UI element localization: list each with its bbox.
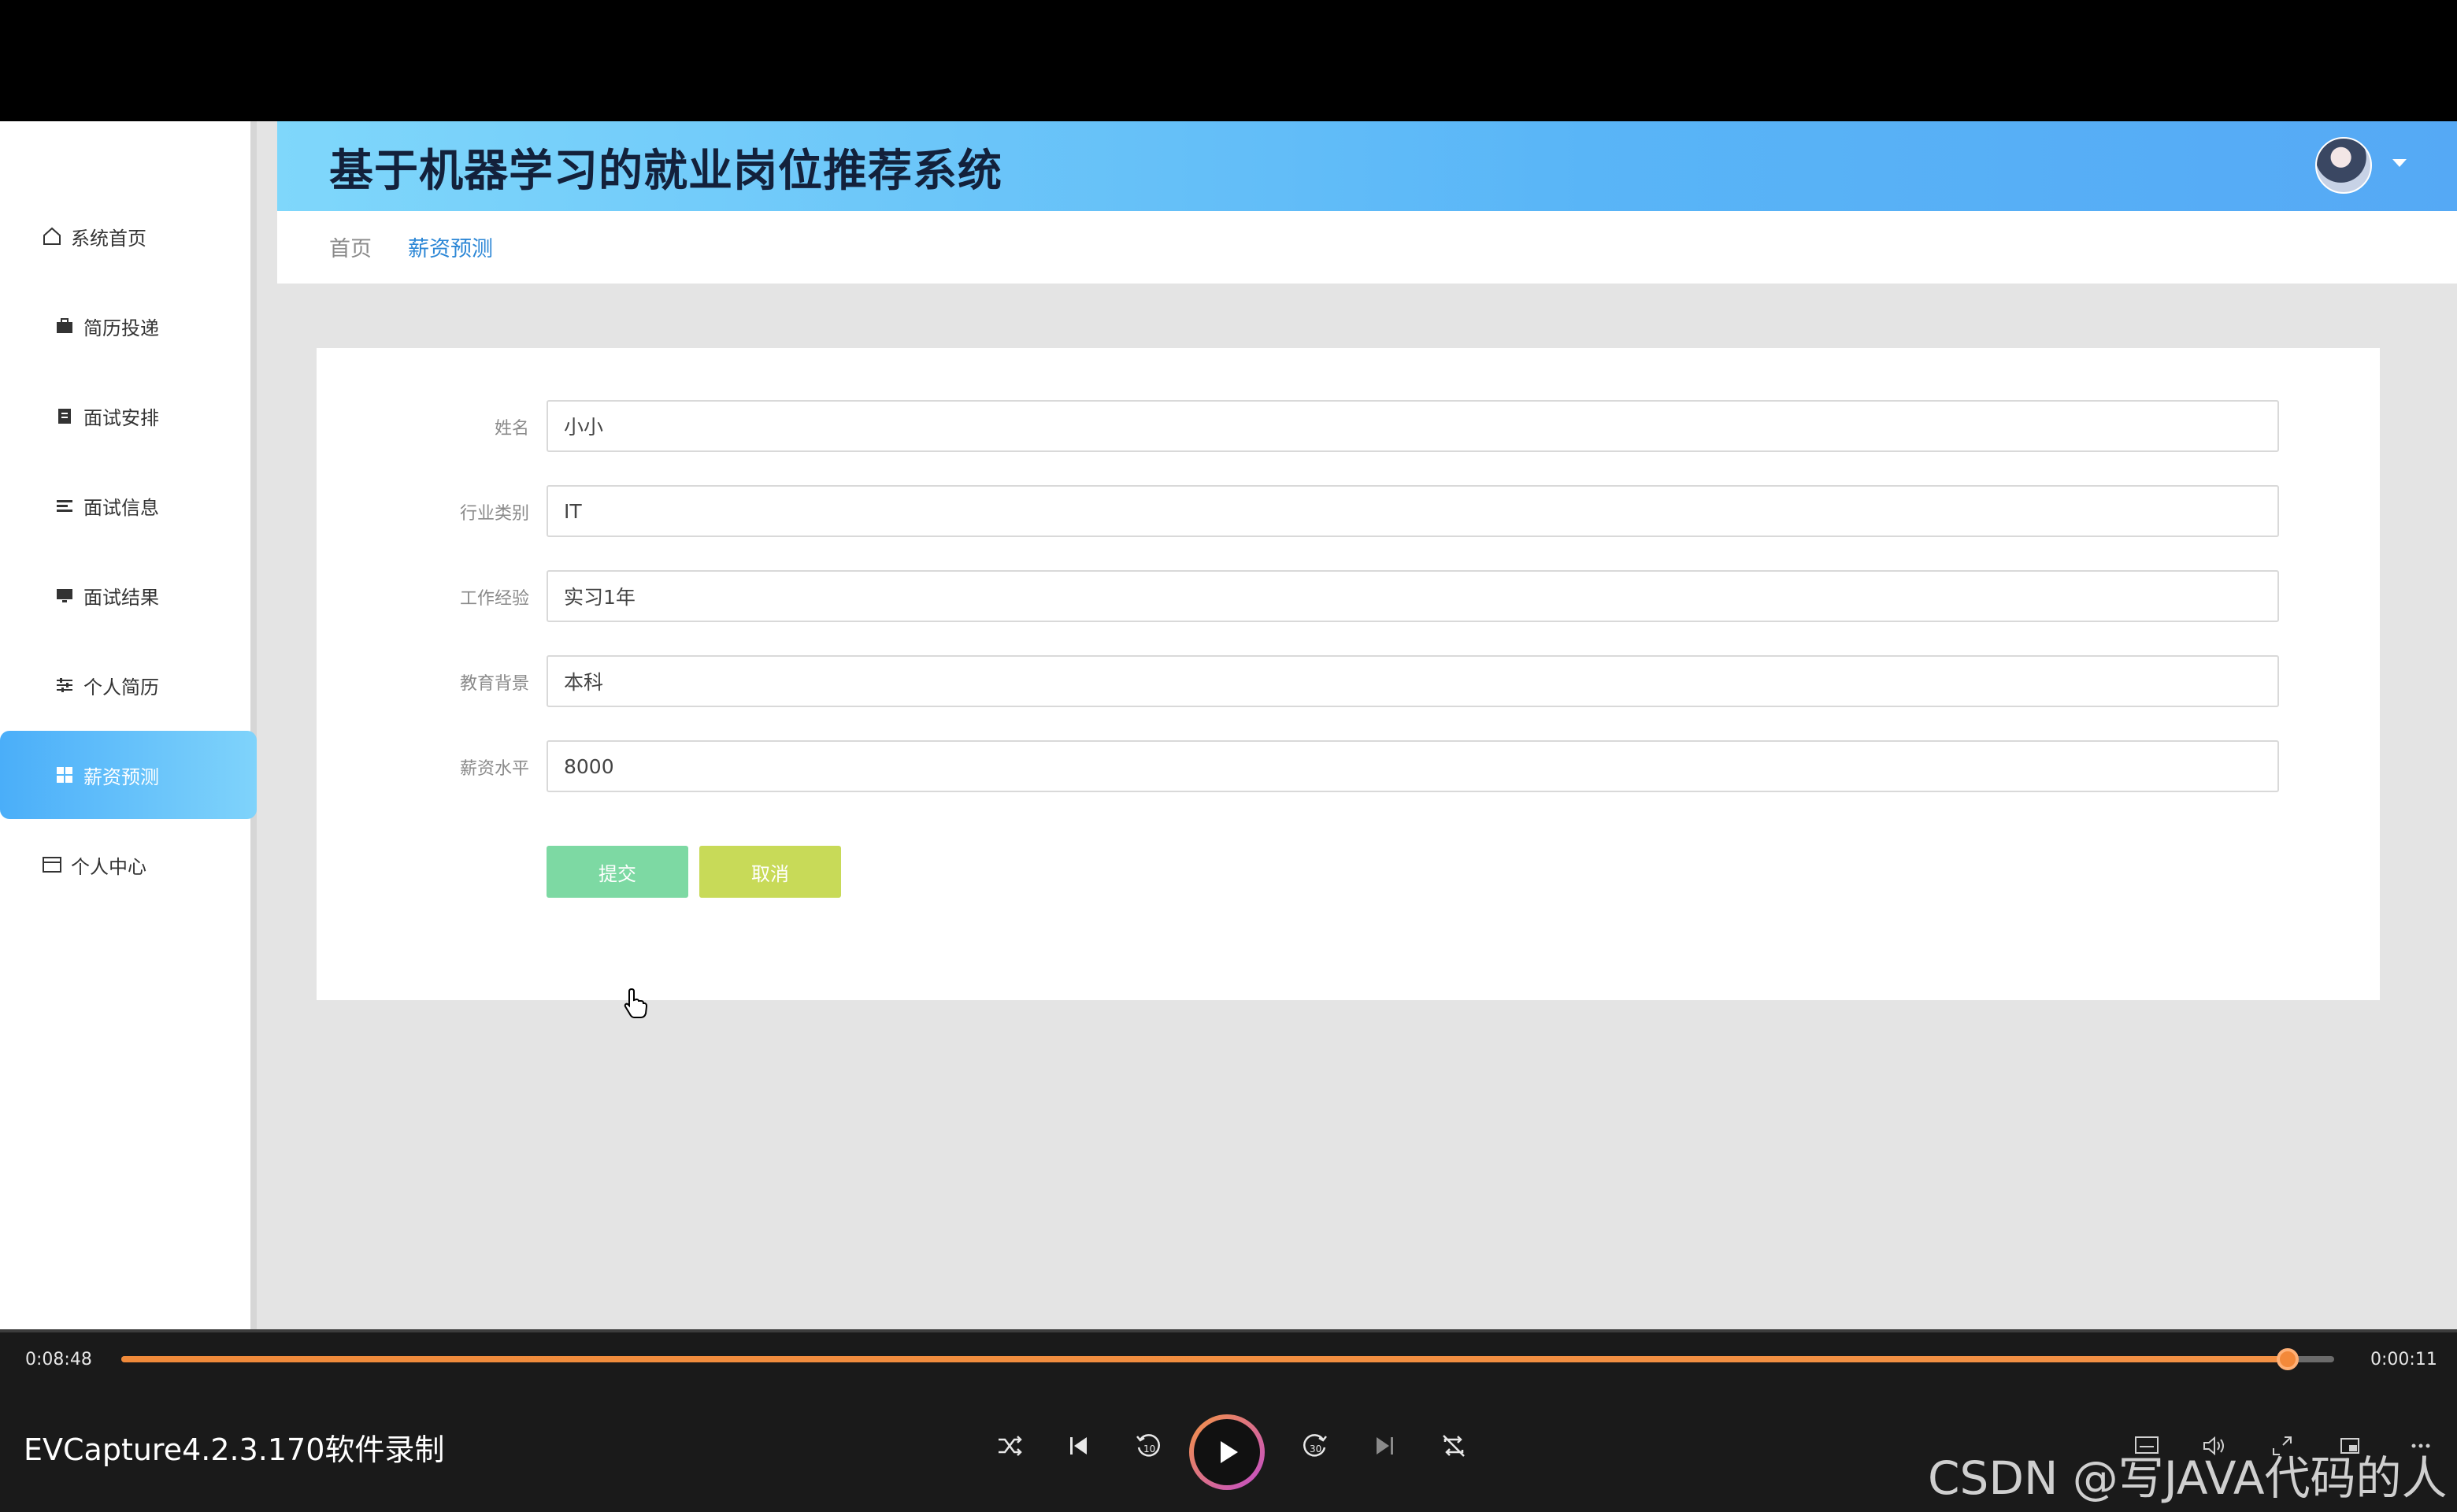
sidebar-item-label: 个人简历 [83, 676, 159, 699]
top-header: 基于机器学习的就业岗位推荐系统 [277, 121, 2457, 211]
play-button[interactable] [1189, 1414, 1265, 1490]
sidebar-item-resume-submit[interactable]: 简历投递 [0, 282, 257, 370]
sidebar-item-home[interactable]: 系统首页 [0, 192, 257, 280]
watermark-text: CSDN @写JAVA代码的人 [1928, 1451, 2448, 1505]
elapsed-time: 0:08:48 [25, 1350, 92, 1369]
previous-icon[interactable] [1060, 1427, 1098, 1465]
list-icon [54, 495, 76, 517]
sidebar-item-label: 薪资预测 [83, 765, 159, 788]
forward-30-icon[interactable]: 30 [1296, 1427, 1334, 1465]
sidebar: 系统首页 简历投递 面试安排 面试信息 面试结果 个人简历 薪资预测 个人中心 [0, 121, 257, 1329]
sidebar-item-personal-resume[interactable]: 个人简历 [0, 641, 257, 729]
industry-input[interactable] [547, 485, 2279, 537]
letterbox-top [0, 0, 2457, 121]
home-icon [41, 225, 63, 247]
app-window: 系统首页 简历投递 面试安排 面试信息 面试结果 个人简历 薪资预测 个人中心 … [0, 121, 2457, 1329]
breadcrumb-home[interactable]: 首页 [329, 232, 372, 262]
experience-input[interactable] [547, 570, 2279, 622]
svg-text:10: 10 [1143, 1443, 1155, 1455]
card-icon [41, 854, 63, 876]
breadcrumb: 首页 薪资预测 [277, 211, 2457, 284]
svg-text:30: 30 [1310, 1443, 1321, 1455]
avatar[interactable] [2315, 137, 2372, 194]
education-input[interactable] [547, 655, 2279, 707]
form-row-industry: 行业类别 [317, 485, 2380, 537]
field-label: 工作经验 [459, 589, 529, 609]
form-row-salary: 薪资水平 [317, 740, 2380, 792]
form-row-experience: 工作经验 [317, 570, 2380, 622]
sidebar-item-label: 个人中心 [71, 855, 146, 878]
field-label: 行业类别 [459, 504, 529, 524]
breadcrumb-current: 薪资预测 [408, 237, 493, 261]
salary-form-card: 姓名 行业类别 工作经验 教育背景 薪资水平 提交 取消 [317, 348, 2380, 1000]
seek-bar-progress [121, 1356, 2288, 1362]
rewind-10-icon[interactable]: 10 [1129, 1427, 1167, 1465]
recorder-title: EVCapture4.2.3.170软件录制 [24, 1432, 445, 1467]
sidebar-item-salary-prediction[interactable]: 薪资预测 [0, 731, 257, 819]
cancel-button[interactable]: 取消 [699, 846, 841, 898]
sidebar-item-interview-schedule[interactable]: 面试安排 [0, 372, 257, 460]
sidebar-item-label: 面试信息 [83, 496, 159, 519]
form-row-name: 姓名 [317, 400, 2380, 452]
remaining-time: 0:00:11 [2370, 1350, 2437, 1369]
play-icon [1221, 1441, 1238, 1463]
monitor-icon [54, 584, 76, 606]
seek-bar-thumb[interactable] [2276, 1348, 2299, 1370]
sidebar-item-label: 简历投递 [83, 317, 159, 339]
sidebar-item-personal-center[interactable]: 个人中心 [0, 821, 257, 909]
submit-button[interactable]: 提交 [547, 846, 688, 898]
video-player-bar: 0:08:48 0:00:11 EVCapture4.2.3.170软件录制 1… [0, 1329, 2457, 1512]
field-label: 姓名 [494, 419, 529, 439]
sidebar-item-interview-result[interactable]: 面试结果 [0, 551, 257, 639]
salary-input[interactable] [547, 740, 2279, 792]
clipboard-icon [54, 405, 76, 427]
grid-icon [54, 764, 76, 786]
sidebar-item-label: 系统首页 [71, 227, 146, 250]
sidebar-item-label: 面试安排 [83, 406, 159, 429]
form-row-education: 教育背景 [317, 655, 2380, 707]
field-label: 薪资水平 [459, 759, 529, 779]
page-title: 基于机器学习的就业岗位推荐系统 [329, 146, 1002, 197]
sliders-icon [54, 674, 76, 696]
sidebar-item-interview-info[interactable]: 面试信息 [0, 461, 257, 550]
shuffle-icon[interactable] [991, 1427, 1028, 1465]
field-label: 教育背景 [459, 674, 529, 694]
name-input[interactable] [547, 400, 2279, 452]
seek-bar[interactable] [121, 1348, 2334, 1370]
chevron-down-icon[interactable] [2392, 159, 2407, 167]
sidebar-item-label: 面试结果 [83, 586, 159, 609]
next-icon[interactable] [1366, 1427, 1403, 1465]
repeat-off-icon[interactable] [1435, 1427, 1473, 1465]
briefcase-icon [54, 315, 76, 337]
hand-cursor-icon [624, 988, 647, 1018]
